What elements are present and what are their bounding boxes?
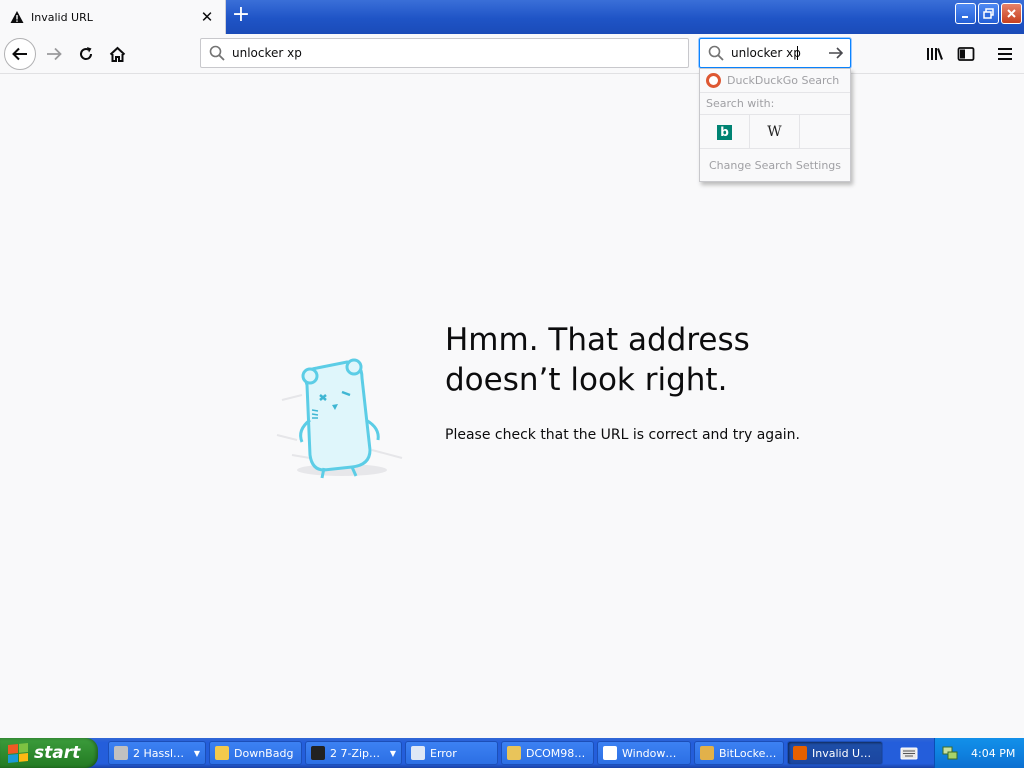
taskbar-button[interactable]: 2 7-Zip… ▼ (305, 741, 402, 765)
close-icon (1007, 9, 1016, 18)
app-icon (215, 746, 229, 760)
taskbar: start 2 Hassl… ▼ DownBadg 2 7-Zip… ▼ Error DCO… (0, 738, 1024, 768)
forward-arrow-icon (47, 47, 62, 61)
navigation-toolbar: unlocker xp unlocker xp (0, 34, 1024, 74)
search-suggestions-popup: DuckDuckGo Search Search with: b W Chang… (699, 68, 851, 182)
tab-invalid-url[interactable]: Invalid URL ✕ (0, 0, 226, 34)
text-caret (796, 46, 798, 60)
search-bar[interactable]: unlocker xp (699, 38, 851, 68)
default-engine-label: DuckDuckGo Search (727, 74, 840, 87)
tab-title: Invalid URL (31, 10, 93, 24)
app-icon (603, 746, 617, 760)
restore-button[interactable] (978, 3, 999, 24)
error-mascot-illustration (276, 358, 403, 479)
start-label: start (34, 743, 81, 763)
change-search-settings-button[interactable]: Change Search Settings (700, 149, 850, 181)
group-dropdown-icon: ▼ (193, 748, 200, 758)
one-off-engines: b W (700, 115, 850, 149)
sidebar-toggle-button[interactable] (955, 43, 977, 65)
taskbar-buttons: 2 Hassl… ▼ DownBadg 2 7-Zip… ▼ Error DCOM98… Wi… (108, 741, 883, 765)
app-icon (114, 746, 128, 760)
taskbar-button[interactable]: DownBadg (209, 741, 302, 765)
back-button[interactable] (4, 38, 36, 70)
reload-button[interactable] (70, 38, 102, 70)
taskbar-button-label: Error (430, 746, 457, 760)
app-icon (507, 746, 521, 760)
url-input[interactable]: unlocker xp (232, 46, 302, 60)
windows-logo-icon (8, 742, 28, 764)
app-icon (311, 746, 325, 760)
library-button[interactable] (923, 43, 945, 65)
warning-icon (10, 11, 24, 23)
default-engine-row[interactable]: DuckDuckGo Search (700, 69, 850, 93)
keyboard-icon[interactable] (900, 745, 918, 761)
sidebar-icon (957, 47, 975, 61)
duckduckgo-icon (706, 73, 721, 88)
engine-bing-button[interactable]: b (700, 115, 750, 149)
minimize-button[interactable] (955, 3, 976, 24)
taskbar-button[interactable]: 2 Hassl… ▼ (108, 741, 206, 765)
network-icon[interactable] (941, 745, 959, 761)
error-title: Hmm. That address doesn’t look right. (445, 322, 750, 398)
back-arrow-icon (12, 47, 27, 61)
group-dropdown-icon: ▼ (389, 748, 396, 758)
tab-close-icon[interactable]: ✕ (193, 3, 221, 31)
wikipedia-icon: W (767, 124, 782, 140)
restore-icon (983, 8, 994, 19)
taskbar-button-label: 2 7-Zip… (330, 746, 381, 760)
app-icon (411, 746, 425, 760)
new-tab-button[interactable]: + (228, 3, 254, 29)
forward-button[interactable] (38, 38, 70, 70)
menu-button[interactable] (994, 43, 1016, 65)
arrow-right-icon (829, 47, 844, 59)
window-controls (955, 3, 1022, 24)
taskbar-button[interactable]: BitLocke… (694, 741, 784, 765)
minimize-icon (961, 15, 968, 18)
taskbar-button[interactable]: Window… (597, 741, 691, 765)
library-icon (927, 48, 943, 60)
taskbar-button[interactable]: DCOM98… (501, 741, 594, 765)
taskbar-button[interactable]: Invalid U… (787, 741, 883, 765)
clock[interactable]: 4:04 PM (971, 747, 1015, 760)
tab-strip: Invalid URL ✕ + (0, 0, 1024, 34)
taskbar-button-label: DCOM98… (526, 746, 586, 760)
taskbar-button-label: Invalid U… (812, 746, 872, 760)
engine-wikipedia-button[interactable]: W (750, 115, 800, 149)
search-go-button[interactable] (826, 43, 846, 63)
app-icon (700, 746, 714, 760)
taskbar-button[interactable]: Error (405, 741, 498, 765)
search-with-label: Search with: (700, 93, 850, 115)
taskbar-button-label: 2 Hassl… (133, 746, 185, 760)
taskbar-button-label: BitLocke… (719, 746, 777, 760)
hamburger-menu-icon (998, 48, 1012, 60)
taskbar-button-label: Window… (622, 746, 677, 760)
taskbar-button-label: DownBadg (234, 746, 294, 760)
app-icon (793, 746, 807, 760)
close-window-button[interactable] (1001, 3, 1022, 24)
error-description: Please check that the URL is correct and… (445, 427, 800, 443)
search-input[interactable]: unlocker xp (731, 46, 801, 60)
home-icon (109, 46, 125, 62)
url-bar[interactable]: unlocker xp (200, 38, 689, 68)
system-tray: 4:04 PM (934, 738, 1024, 768)
reload-icon (80, 47, 93, 60)
search-icon (708, 45, 724, 61)
start-button[interactable]: start (0, 738, 98, 768)
search-icon (209, 45, 225, 61)
home-button[interactable] (101, 38, 133, 70)
bing-icon: b (717, 124, 732, 140)
